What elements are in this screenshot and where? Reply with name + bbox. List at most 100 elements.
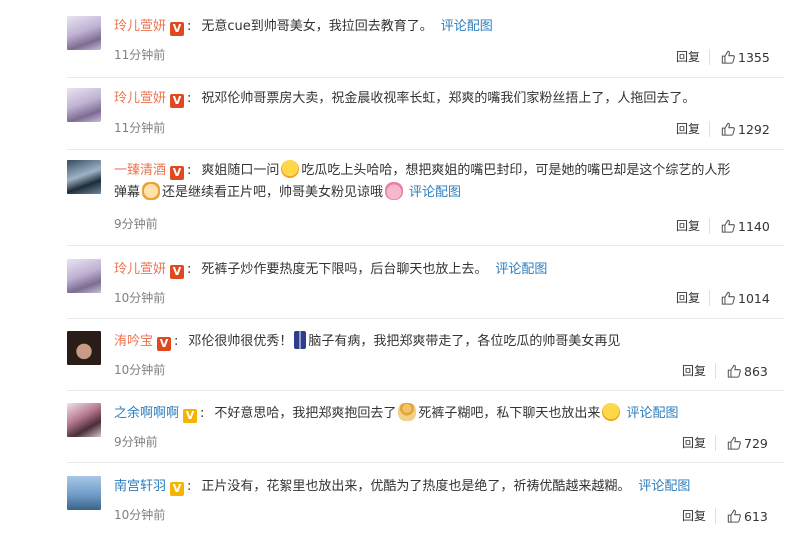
avatar[interactable]: [67, 331, 101, 365]
comment-time: 10分钟前: [114, 508, 166, 522]
thumbs-up-icon: [721, 122, 735, 136]
like-count: 613: [744, 509, 768, 524]
divider: [709, 121, 710, 137]
comment-line: 南宫轩羽 V: 正片没有，花絮里也放出来，优酷为了热度也是绝了，祈祷优酷越来越糊。评…: [114, 479, 691, 496]
verified-badge-icon: V: [170, 166, 185, 180]
reply-button[interactable]: 回复: [660, 218, 700, 234]
reply-button[interactable]: 回复: [660, 121, 700, 137]
avatar[interactable]: [67, 88, 101, 122]
comment-time: 11分钟前: [114, 121, 166, 135]
verified-badge-icon: V: [157, 337, 172, 351]
commenter-name[interactable]: 一臻清酒: [114, 163, 166, 178]
comment-line: 玲儿萱妍 V: 祝邓伦帅哥票房大卖，祝金晨收视率长虹，郑爽的嘴我们家粉丝捂上了，人拖…: [114, 91, 696, 108]
laughing-emoji-icon: [281, 160, 300, 178]
like-button[interactable]: 1140: [721, 219, 770, 235]
thumbs-up-icon: [721, 219, 735, 233]
like-button[interactable]: 1292: [721, 122, 770, 138]
comment-text: 祝邓伦帅哥票房大卖，祝金晨收视率长虹，郑爽的嘴我们家粉丝捂上了，人拖回去了。: [201, 91, 696, 106]
verified-badge-icon: V: [170, 265, 185, 279]
divider: [715, 363, 716, 379]
verified-badge-icon: V: [170, 94, 185, 108]
verified-badge-icon: V: [183, 409, 198, 423]
divider: [709, 290, 710, 306]
like-button[interactable]: 1355: [721, 50, 770, 66]
avatar[interactable]: [67, 16, 101, 50]
divider: [715, 508, 716, 524]
thumbs-up-icon: [721, 50, 735, 64]
comment-line: 一臻清酒 V: 爽姐随口一问 吃瓜吃上头哈哈，想把爽姐的嘴巴封印，可是她的嘴巴却是这个…: [114, 160, 730, 182]
reply-button[interactable]: 回复: [666, 435, 706, 451]
comment-divider: [67, 462, 784, 463]
comment-text: 弹幕: [114, 185, 141, 200]
avatar[interactable]: [67, 403, 101, 437]
cat-emoji-icon: [142, 182, 161, 200]
comment-text: 脑子有病，我把郑爽带走了，各位吃瓜的帅哥美女再见: [308, 334, 621, 349]
comment-text: 死裤子炒作要热度无下限吗，后台聊天也放上去。: [201, 262, 488, 277]
like-count: 1014: [738, 291, 770, 306]
like-count: 1140: [738, 219, 770, 234]
avatar[interactable]: [67, 160, 101, 194]
divider: [715, 435, 716, 451]
comment-time: 10分钟前: [114, 291, 166, 305]
comment-divider: [67, 390, 784, 391]
divider: [709, 49, 710, 65]
like-count: 863: [744, 364, 768, 379]
comment-text: 死裤子糊吧，私下聊天也放出来: [418, 406, 601, 421]
comment-time: 11分钟前: [114, 48, 166, 62]
comment-divider: [67, 149, 784, 150]
commenter-name[interactable]: 洧吟宝: [114, 334, 153, 349]
commenter-name[interactable]: 南宫轩羽: [114, 479, 166, 494]
comment-time: 10分钟前: [114, 363, 166, 377]
commenter-name[interactable]: 玲儿萱妍: [114, 19, 166, 34]
comment-divider: [67, 245, 784, 246]
comment-text: 还是继续看正片吧，帅哥美女粉见谅哦: [162, 185, 384, 200]
like-button[interactable]: 1014: [721, 291, 770, 307]
like-count: 729: [744, 436, 768, 451]
like-count: 1355: [738, 50, 770, 65]
comment-text: 无意cue到帅哥美女，我拉回去教育了。: [201, 19, 433, 34]
like-button[interactable]: 729: [727, 436, 768, 452]
comment-time: 9分钟前: [114, 217, 158, 231]
avatar[interactable]: [67, 259, 101, 293]
comment-text: 爽姐随口一问: [201, 163, 280, 178]
commenter-name[interactable]: 玲儿萱妍: [114, 262, 166, 277]
doll-emoji-icon: [398, 403, 417, 421]
thumbs-up-icon: [727, 509, 741, 523]
like-count: 1292: [738, 122, 770, 137]
commenter-name[interactable]: 玲儿萱妍: [114, 91, 166, 106]
reply-button[interactable]: 回复: [660, 49, 700, 65]
comment-line: 洧吟宝 V: 邓伦很帅很优秀！ 脑子有病，我把郑爽带走了，各位吃瓜的帅哥美女再见: [114, 331, 620, 353]
comment-text: 吃瓜吃上头哈哈，想把爽姐的嘴巴封印，可是她的嘴巴却是这个综艺的人形: [301, 163, 731, 178]
comment-time: 9分钟前: [114, 435, 158, 449]
comment-text: 不好意思哈，我把郑爽抱回去了: [214, 406, 397, 421]
commenter-name[interactable]: 之余啊啊啊: [114, 406, 179, 421]
pig-emoji-icon: [385, 182, 404, 200]
comment-text: 邓伦很帅很优秀！: [188, 334, 293, 349]
avatar[interactable]: [67, 476, 101, 510]
comment-image-link[interactable]: 评论配图: [638, 479, 690, 494]
thumbs-up-icon: [727, 436, 741, 450]
comment-image-link[interactable]: 评论配图: [441, 19, 493, 34]
comment-line: 弹幕 还是继续看正片吧，帅哥美女粉见谅哦 评论配图: [114, 182, 461, 204]
verified-badge-icon: V: [170, 482, 185, 496]
reply-button[interactable]: 回复: [666, 363, 706, 379]
comment-image-link[interactable]: 评论配图: [495, 262, 547, 277]
laughing-emoji-icon: [602, 403, 621, 421]
thumbs-up-icon: [727, 364, 741, 378]
thumbs-up-icon: [721, 291, 735, 305]
comment-line: 玲儿萱妍 V: 死裤子炒作要热度无下限吗，后台聊天也放上去。 评论配图: [114, 262, 548, 279]
comment-line: 之余啊啊啊 V: 不好意思哈，我把郑爽抱回去了 死裤子糊吧，私下聊天也放出来 评论配图: [114, 403, 678, 425]
reply-button[interactable]: 回复: [660, 290, 700, 306]
verified-badge-icon: V: [170, 22, 185, 36]
like-button[interactable]: 613: [727, 509, 768, 525]
comment-divider: [67, 318, 784, 319]
comment-line: 玲儿萱妍 V: 无意cue到帅哥美女，我拉回去教育了。 评论配图: [114, 19, 493, 36]
reply-button[interactable]: 回复: [666, 508, 706, 524]
comment-divider: [67, 77, 784, 78]
pants-emoji-icon: [294, 331, 307, 349]
comment-image-link[interactable]: 评论配图: [409, 185, 461, 200]
comment-text: 正片没有，花絮里也放出来，优酷为了热度也是绝了，祈祷优酷越来越糊。: [201, 479, 631, 494]
divider: [709, 218, 710, 234]
like-button[interactable]: 863: [727, 364, 768, 380]
comment-image-link[interactable]: 评论配图: [626, 406, 678, 421]
